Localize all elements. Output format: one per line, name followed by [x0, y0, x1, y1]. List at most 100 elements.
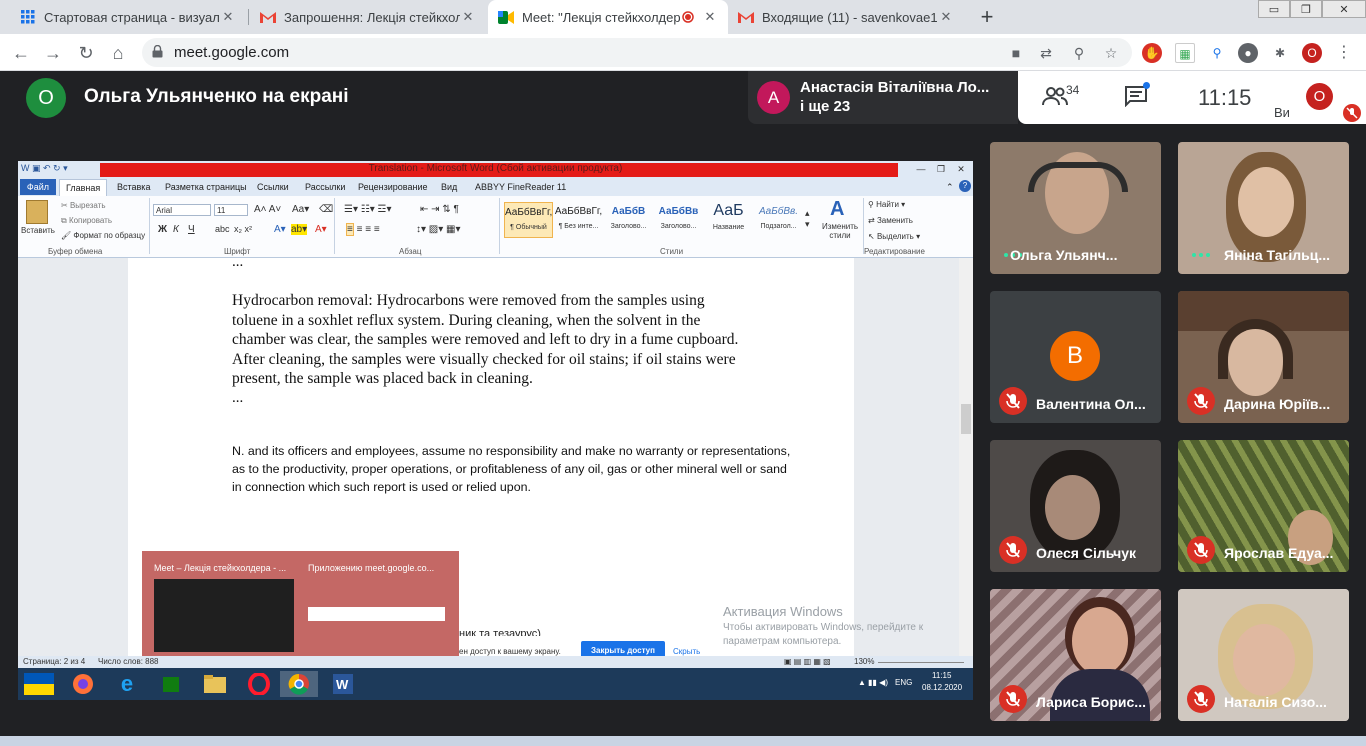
- people-icon[interactable]: [1042, 85, 1068, 107]
- home-icon[interactable]: ⌂: [107, 42, 129, 64]
- tab-review[interactable]: Рецензирование: [358, 182, 428, 192]
- hydrocarbon-paragraph[interactable]: Hydrocarbon removal: Hydrocarbons were r…: [232, 291, 738, 389]
- style-normal[interactable]: АаБбВвГг, ¶ Обычный: [504, 202, 553, 238]
- tray-icons[interactable]: ▲ ▮▮ ◀): [858, 678, 888, 687]
- find-button[interactable]: ⚲ Найти ▾: [868, 200, 905, 209]
- profile-avatar[interactable]: O: [1302, 43, 1322, 63]
- tray-date[interactable]: 08.12.2020: [922, 683, 962, 692]
- word-count[interactable]: Число слов: 888: [98, 657, 158, 666]
- participant-tile[interactable]: Дарина Юріїв...: [1178, 291, 1349, 423]
- browser-tab-inbox[interactable]: Входящие (11) - savenkovae15@ ✕: [728, 0, 964, 34]
- word-restore-button[interactable]: ❐: [931, 162, 951, 176]
- preview-thumbnail-share[interactable]: [308, 607, 445, 621]
- style-no-spacing[interactable]: АаБбВвГг, ¶ Без инте...: [554, 202, 603, 238]
- participant-tile[interactable]: Наталія Сизо...: [1178, 589, 1349, 721]
- tab-home[interactable]: Главная: [59, 179, 108, 196]
- participant-tile[interactable]: В Валентина Ол...: [990, 291, 1161, 423]
- grow-font-button[interactable]: A˄ A˅: [254, 204, 281, 215]
- hide-share-bar-link[interactable]: Скрыть: [673, 647, 700, 656]
- participant-tile[interactable]: Яніна Тагільц...: [1178, 142, 1349, 274]
- style-heading-2[interactable]: АаБбВв Заголово...: [654, 202, 703, 238]
- zoom-icon[interactable]: ⚲: [1070, 44, 1088, 62]
- close-icon[interactable]: ✕: [220, 9, 236, 25]
- self-avatar[interactable]: O: [1306, 83, 1333, 110]
- back-arrow-icon[interactable]: ←: [10, 42, 32, 64]
- word-taskbar-icon[interactable]: W: [324, 671, 362, 697]
- puzzle-icon[interactable]: ✱: [1270, 43, 1290, 63]
- browser-tab-start-page[interactable]: Стартовая страница - визуальн ✕: [10, 0, 246, 34]
- style-subtitle[interactable]: АаБбВв. Подзагол...: [754, 202, 803, 238]
- shield-extension-icon[interactable]: ●: [1238, 43, 1258, 63]
- tab-abbyy[interactable]: ABBYY FineReader 11: [475, 182, 566, 192]
- tab-mailings[interactable]: Рассылки: [305, 182, 345, 192]
- participant-tile[interactable]: Ольга Ульянч...: [990, 142, 1161, 274]
- paste-icon[interactable]: [26, 200, 48, 224]
- strikethrough-button[interactable]: abc: [215, 224, 230, 234]
- chrome-icon[interactable]: [280, 671, 318, 697]
- highlight-button[interactable]: ab▾: [291, 224, 308, 235]
- firefox-icon[interactable]: [64, 671, 102, 697]
- self-mic-off-icon[interactable]: [1343, 104, 1361, 122]
- ukraine-flag-icon[interactable]: [20, 671, 58, 697]
- cut-button[interactable]: ✂ Вырезать: [61, 201, 106, 210]
- close-icon[interactable]: ✕: [460, 9, 476, 25]
- help-icon[interactable]: ?: [959, 180, 971, 192]
- ribbon-collapse-icon[interactable]: ⌃: [946, 182, 954, 193]
- paste-button[interactable]: Вставить: [21, 226, 55, 235]
- taskbar-preview-popup[interactable]: Meet – Лекція стейкхолдера - ... Приложе…: [142, 551, 459, 666]
- opera-icon[interactable]: [240, 671, 278, 697]
- close-icon[interactable]: ✕: [938, 9, 954, 25]
- browser-tab-invitation[interactable]: Запрошення: Лекція стейкхолде ✕: [250, 0, 486, 34]
- line-spacing-button[interactable]: ↕▾ ▨▾ ▦▾: [416, 224, 461, 235]
- participant-tile[interactable]: Олеся Сільчук: [990, 440, 1161, 572]
- tab-file[interactable]: Файл: [20, 179, 56, 195]
- text-effects-button[interactable]: A▾: [274, 224, 286, 235]
- tab-insert[interactable]: Вставка: [117, 182, 150, 192]
- bookmark-star-icon[interactable]: ☆: [1102, 44, 1120, 62]
- tab-page-layout[interactable]: Разметка страницы: [165, 182, 247, 192]
- bullets-button[interactable]: ☰▾ ☷▾ ☲▾: [344, 204, 392, 215]
- search-extension-icon[interactable]: ⚲: [1207, 43, 1227, 63]
- style-title[interactable]: АаБ Название: [704, 202, 753, 238]
- italic-button[interactable]: К: [173, 224, 179, 235]
- align-left-button[interactable]: ≡ ≡ ≡ ≡: [346, 223, 380, 236]
- participant-tile[interactable]: Лариса Борис...: [990, 589, 1161, 721]
- disclaimer-paragraph[interactable]: N. and its officers and employees, assum…: [232, 443, 792, 496]
- tab-view[interactable]: Вид: [441, 182, 457, 192]
- vertical-scrollbar[interactable]: [959, 258, 973, 656]
- minimize-button[interactable]: ▭: [1258, 0, 1290, 18]
- replace-button[interactable]: ⇄ Заменить: [868, 216, 913, 225]
- window-close-button[interactable]: ✕: [1322, 0, 1366, 18]
- styles-scroll-icon[interactable]: ▴ ▾: [805, 208, 810, 230]
- page-counter[interactable]: Страница: 2 из 4: [23, 657, 85, 666]
- reload-icon[interactable]: ↻: [75, 42, 97, 64]
- style-heading-1[interactable]: АаБбВ Заголово...: [604, 202, 653, 238]
- tray-time[interactable]: 11:15: [932, 671, 951, 680]
- file-explorer-icon[interactable]: [196, 671, 234, 697]
- store-icon[interactable]: [152, 671, 190, 697]
- select-button[interactable]: ↖ Выделить ▾: [868, 232, 920, 241]
- active-speaker-panel[interactable]: A Анастасія Віталіївна Ло... і ще 23: [748, 71, 1018, 124]
- change-styles-button[interactable]: Изменить стили: [818, 222, 862, 240]
- restore-button[interactable]: ❐: [1290, 0, 1322, 18]
- translate-icon[interactable]: ⇄: [1037, 44, 1055, 62]
- browser-tab-meet[interactable]: Meet: "Лекція стейкхолдера ✕: [488, 0, 728, 34]
- word-close-button[interactable]: ✕: [951, 162, 971, 176]
- zoom-slider[interactable]: [878, 662, 964, 663]
- tab-references[interactable]: Ссылки: [257, 182, 289, 192]
- camera-icon[interactable]: ■: [1007, 44, 1025, 62]
- view-mode-icons[interactable]: ▣ ▤ ▥ ▦ ▧: [784, 657, 831, 666]
- bold-button[interactable]: Ж: [158, 224, 167, 235]
- change-styles-icon[interactable]: A: [830, 198, 844, 221]
- clear-format-button[interactable]: ⌫: [319, 204, 333, 215]
- font-size-select[interactable]: 11: [214, 204, 248, 216]
- adblock-icon[interactable]: ✋: [1142, 43, 1162, 63]
- new-tab-button[interactable]: +: [977, 4, 997, 30]
- scrollbar-thumb[interactable]: [961, 404, 971, 434]
- close-icon[interactable]: ✕: [702, 9, 718, 25]
- preview-thumbnail-meet[interactable]: [154, 579, 294, 652]
- change-case-button[interactable]: Aa▾: [292, 204, 309, 215]
- word-minimize-button[interactable]: —: [911, 162, 931, 176]
- sheets-extension-icon[interactable]: ▦: [1175, 43, 1195, 63]
- underline-button[interactable]: Ч: [188, 224, 195, 235]
